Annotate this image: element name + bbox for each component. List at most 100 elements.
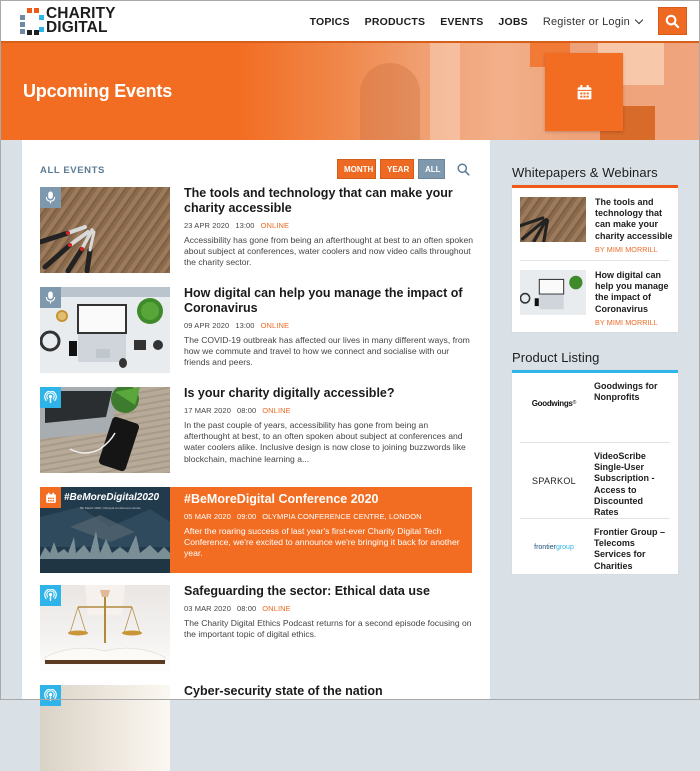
event-item[interactable]: The tools and technology that can make y… bbox=[40, 187, 472, 273]
podcast-badge bbox=[40, 685, 61, 706]
sparkol-logo-text: SPARKOL bbox=[532, 476, 576, 486]
event-body: How digital can help you manage the impa… bbox=[184, 287, 474, 369]
goodwings-logo-text: Goodwings bbox=[532, 399, 573, 408]
logo-text: CHARITY DIGITAL bbox=[46, 7, 116, 35]
product-listing-heading: Product Listing bbox=[512, 350, 678, 370]
event-title[interactable]: The tools and technology that can make y… bbox=[184, 186, 474, 216]
whitepaper-author[interactable]: BY MIMI MORRILL bbox=[595, 318, 673, 327]
product-title[interactable]: VideoScribe Single-User Subscription - A… bbox=[594, 443, 670, 526]
event-time: 08:00 bbox=[237, 406, 256, 415]
whitepaper-item[interactable]: How digital can help you manage the impa… bbox=[520, 260, 670, 332]
hero-banner: Upcoming Events bbox=[0, 43, 700, 140]
event-meta: 23 APR 2020 13:00 ONLINE bbox=[184, 221, 474, 230]
event-thumbnail[interactable] bbox=[40, 387, 170, 473]
event-item[interactable]: Cyber-security state of the nation bbox=[40, 685, 472, 771]
event-thumbnail[interactable]: #BeMoreDigital2020 5th March 2020 | Olym… bbox=[40, 487, 170, 573]
event-description: After the roaring success of last year's… bbox=[184, 526, 474, 560]
event-title[interactable]: Safeguarding the sector: Ethical data us… bbox=[184, 584, 474, 599]
charity-digital-logo[interactable]: CHARITY DIGITAL bbox=[18, 6, 116, 36]
nav-topics[interactable]: TOPICS bbox=[310, 16, 350, 28]
whitepaper-title[interactable]: The tools and technology that can make y… bbox=[595, 197, 673, 242]
whitepaper-body: The tools and technology that can make y… bbox=[595, 197, 673, 254]
podcast-badge bbox=[40, 387, 61, 408]
hero-background-shape bbox=[430, 43, 460, 140]
event-time: 09:00 bbox=[237, 512, 256, 521]
event-body: #BeMoreDigital Conference 2020 05 MAR 20… bbox=[184, 487, 474, 560]
register-login-dropdown[interactable]: Register or Login bbox=[543, 16, 642, 28]
event-date: 09 APR 2020 bbox=[184, 321, 229, 330]
search-icon bbox=[457, 163, 470, 176]
event-filters: MONTH YEAR ALL bbox=[337, 159, 470, 179]
event-thumbnail[interactable] bbox=[40, 585, 170, 671]
event-description: The Charity Digital Ethics Podcast retur… bbox=[184, 618, 474, 640]
event-time: 13:00 bbox=[235, 221, 254, 230]
nav-events[interactable]: EVENTS bbox=[440, 16, 483, 28]
whitepaper-thumbnail[interactable] bbox=[520, 270, 586, 315]
register-login-label: Register or Login bbox=[543, 16, 630, 28]
whitepaper-author[interactable]: BY MIMI MORRILL bbox=[595, 245, 673, 254]
product-title[interactable]: Frontier Group – Telecoms Services for C… bbox=[594, 519, 670, 580]
hero-icon-box bbox=[545, 53, 623, 131]
podcast-badge bbox=[40, 585, 61, 606]
events-list-panel: ALL EVENTS MONTH YEAR ALL T bbox=[22, 140, 490, 700]
chevron-down-icon bbox=[635, 16, 643, 24]
event-meta: 03 MAR 202008:00ONLINE bbox=[184, 604, 474, 613]
event-body: The tools and technology that can make y… bbox=[184, 187, 474, 269]
event-thumbnail[interactable] bbox=[40, 187, 170, 273]
product-item[interactable]: SPARKOL VideoScribe Single-User Subscrip… bbox=[520, 442, 670, 518]
webinar-badge bbox=[40, 187, 61, 208]
hero-background-shape bbox=[360, 63, 420, 140]
nav-products[interactable]: PRODUCTS bbox=[365, 16, 426, 28]
filter-month-button[interactable]: MONTH bbox=[337, 159, 376, 179]
sparkol-logo: SPARKOL bbox=[520, 443, 588, 519]
filter-year-button[interactable]: YEAR bbox=[380, 159, 414, 179]
event-thumbnail[interactable] bbox=[40, 685, 170, 771]
featured-event-item[interactable]: #BeMoreDigital2020 5th March 2020 | Olym… bbox=[40, 487, 472, 573]
event-date: 05 MAR 2020 bbox=[184, 512, 231, 521]
event-date: 23 APR 2020 bbox=[184, 221, 229, 230]
event-item[interactable]: Is your charity digitally accessible? 17… bbox=[40, 387, 472, 473]
event-location: ONLINE bbox=[262, 406, 291, 415]
top-navigation-bar: CHARITY DIGITAL TOPICS PRODUCTS EVENTS J… bbox=[0, 0, 700, 43]
event-item[interactable]: How digital can help you manage the impa… bbox=[40, 287, 472, 373]
event-date: 17 MAR 2020 bbox=[184, 406, 231, 415]
product-item[interactable]: frontiergroup Frontier Group – Telecoms … bbox=[520, 518, 670, 574]
podcast-icon bbox=[44, 391, 57, 404]
conference-thumb-subtitle: 5th March 2020 | Olympia Conference Cent… bbox=[80, 506, 140, 510]
event-body: Is your charity digitally accessible? 17… bbox=[184, 387, 474, 465]
whitepaper-thumbnail[interactable] bbox=[520, 197, 586, 242]
nav-jobs[interactable]: JOBS bbox=[498, 16, 527, 28]
event-title[interactable]: Is your charity digitally accessible? bbox=[184, 386, 474, 401]
event-location: OLYMPIA CONFERENCE CENTRE, LONDON bbox=[262, 512, 421, 521]
event-location: ONLINE bbox=[261, 321, 290, 330]
event-description: In the past couple of years, accessibili… bbox=[184, 420, 474, 465]
product-title[interactable]: Goodwings for Nonprofits bbox=[594, 373, 670, 411]
event-thumbnail[interactable] bbox=[40, 287, 170, 373]
whitepapers-heading: Whitepapers & Webinars bbox=[512, 165, 678, 185]
event-search-button[interactable] bbox=[457, 163, 470, 176]
event-item[interactable]: Safeguarding the sector: Ethical data us… bbox=[40, 585, 472, 671]
event-title[interactable]: Cyber-security state of the nation bbox=[184, 684, 474, 699]
laptop-desk-image bbox=[520, 270, 586, 315]
event-time: 13:00 bbox=[235, 321, 254, 330]
event-title[interactable]: #BeMoreDigital Conference 2020 bbox=[184, 492, 474, 507]
product-item[interactable]: Goodwings® Goodwings for Nonprofits bbox=[520, 373, 670, 442]
whitepaper-title[interactable]: How digital can help you manage the impa… bbox=[595, 270, 673, 315]
sidebar: Whitepapers & Webinars The tools and tec… bbox=[512, 140, 678, 574]
event-meta: 17 MAR 2020 08:00 ONLINE bbox=[184, 406, 474, 415]
goodwings-logo: Goodwings® bbox=[520, 373, 588, 433]
registered-mark: ® bbox=[573, 400, 577, 406]
filter-all-button[interactable]: ALL bbox=[418, 159, 445, 179]
event-body: Cyber-security state of the nation bbox=[184, 685, 474, 699]
event-meta: 05 MAR 2020 09:00 OLYMPIA CONFERENCE CENTR… bbox=[184, 512, 474, 521]
whitepaper-item[interactable]: The tools and technology that can make y… bbox=[512, 188, 678, 260]
page-title: Upcoming Events bbox=[23, 81, 172, 102]
header-search-button[interactable] bbox=[658, 7, 687, 35]
microphone-icon bbox=[45, 191, 56, 204]
whitepapers-panel: The tools and technology that can make y… bbox=[512, 185, 678, 332]
event-location: ONLINE bbox=[261, 221, 290, 230]
event-location: ONLINE bbox=[262, 604, 291, 613]
search-icon bbox=[665, 14, 680, 29]
event-title[interactable]: How digital can help you manage the impa… bbox=[184, 286, 474, 316]
frontier-logo-text: frontier bbox=[534, 544, 556, 551]
